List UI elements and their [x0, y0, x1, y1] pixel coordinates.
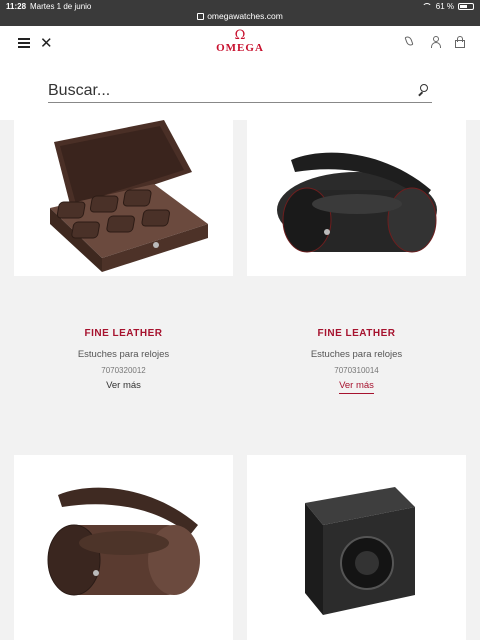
battery-percent: 61 % [435, 2, 454, 11]
search-bar [48, 80, 432, 103]
watch-box-image [50, 120, 208, 272]
status-time: 11:28 [6, 2, 27, 11]
product-card[interactable]: FINE LEATHER Estuches para relojes 70703… [247, 120, 466, 442]
product-reference: 7070320012 [101, 366, 146, 375]
search-icon[interactable] [418, 84, 430, 97]
address-url: omegawatches.com [207, 11, 283, 21]
watch-roll-image [277, 152, 437, 253]
view-more-label: Ver más [106, 380, 141, 391]
header-actions [404, 35, 466, 48]
product-info: FINE LEATHER Estuches para relojes 70703… [247, 276, 466, 442]
product-info: FINE LEATHER Estuches para relojes 70703… [14, 276, 233, 442]
product-image[interactable] [14, 455, 233, 640]
product-card[interactable] [14, 455, 233, 640]
product-card[interactable]: FINE LEATHER Estuches para relojes 70703… [14, 120, 233, 442]
product-collection: FINE LEATHER [84, 328, 163, 339]
product-image[interactable] [247, 455, 466, 640]
product-image[interactable] [14, 120, 233, 276]
wifi-icon [421, 3, 432, 10]
product-reference: 7070310014 [334, 366, 379, 375]
address-bar[interactable]: omegawatches.com [0, 11, 480, 21]
user-icon[interactable] [430, 36, 442, 48]
product-collection: FINE LEATHER [317, 328, 396, 339]
product-type: Estuches para relojes [310, 349, 403, 360]
battery-icon [458, 3, 474, 10]
battery-level [460, 5, 467, 8]
watch-roll-brown-image [47, 487, 200, 596]
site-header: ✕ Ω OMEGA [0, 26, 480, 63]
watch-winder-image [305, 487, 415, 615]
status-indicators: 61 % [421, 2, 474, 11]
view-more-link[interactable]: Ver más [14, 380, 233, 393]
status-date: Martes 1 de junio [30, 2, 92, 11]
product-image[interactable] [247, 120, 466, 276]
phone-icon[interactable] [404, 35, 418, 48]
bag-icon[interactable] [454, 36, 466, 48]
product-type: Estuches para relojes [77, 349, 170, 360]
product-card[interactable] [247, 455, 466, 640]
lock-icon [197, 13, 205, 21]
view-more-label: Ver más [339, 380, 374, 394]
search-input[interactable] [48, 80, 408, 102]
search-section [0, 62, 480, 120]
view-more-link[interactable]: Ver más [247, 380, 466, 394]
status-bar: 11:28 Martes 1 de junio omegawatches.com… [0, 0, 480, 26]
